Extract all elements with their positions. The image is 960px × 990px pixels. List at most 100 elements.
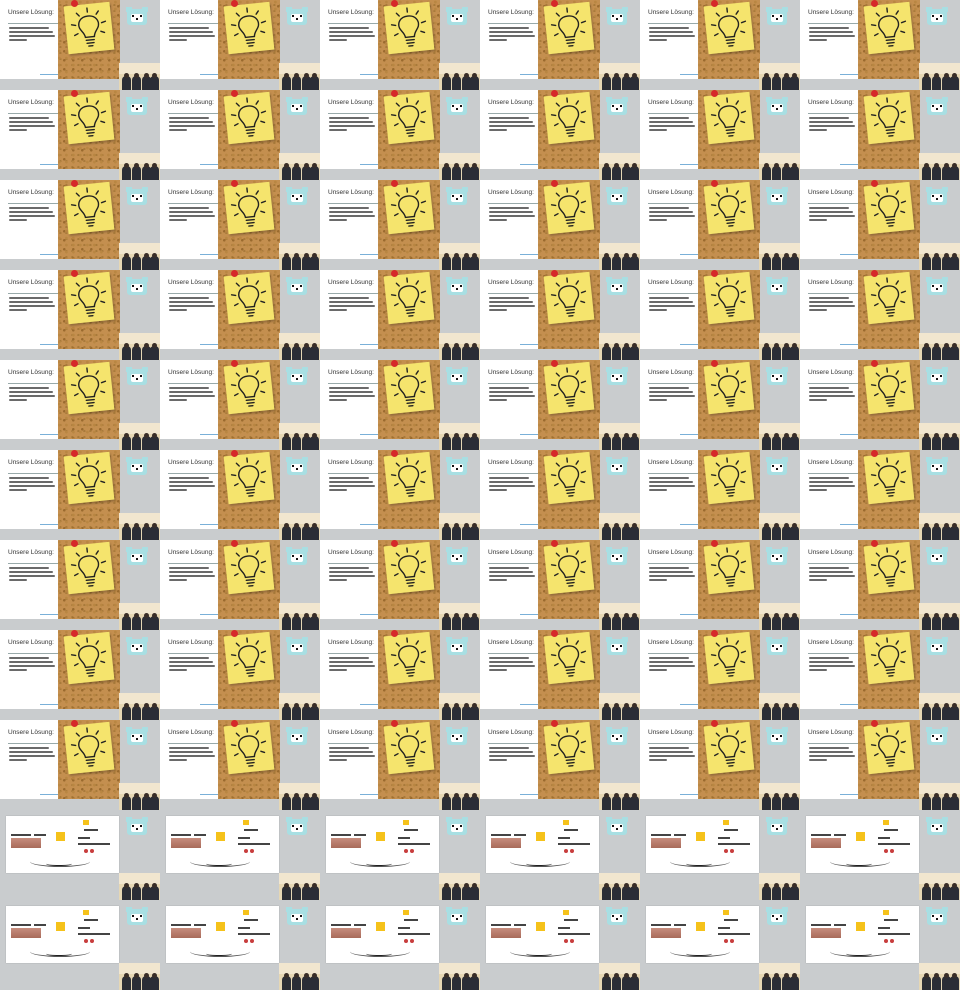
webcam-thumbnail: [759, 873, 800, 900]
slide-thumbnail[interactable]: Unsere Lösung:: [160, 630, 320, 720]
slide-thumbnail[interactable]: Unsere Lösung:: [800, 180, 960, 270]
slide-thumbnail[interactable]: Unsere Lösung:: [320, 270, 480, 360]
slide-thumbnail[interactable]: Unsere Lösung:: [160, 540, 320, 630]
slide-thumbnail[interactable]: Unsere Lösung:: [0, 630, 160, 720]
slide-thumbnail[interactable]: Unsere Lösung:: [800, 360, 960, 450]
slide-thumbnail[interactable]: Unsere Lösung:: [640, 270, 800, 360]
sticky-note: [703, 361, 755, 415]
slide-thumbnail[interactable]: Unsere Lösung:: [480, 720, 640, 810]
bullet-line: [169, 301, 213, 303]
slide-thumbnail[interactable]: Unsere Lösung:: [160, 180, 320, 270]
webcam-thumbnail: [119, 873, 160, 900]
slide-thumbnail[interactable]: Unsere Lösung:: [800, 0, 960, 90]
slide-thumbnail[interactable]: [640, 900, 800, 990]
bear-mascot-icon: [606, 97, 628, 115]
bullet-line: [649, 27, 689, 29]
slide-thumbnail[interactable]: [160, 900, 320, 990]
slide-thumbnail[interactable]: Unsere Lösung:: [480, 450, 640, 540]
slide-thumbnail[interactable]: Unsere Lösung:: [480, 360, 640, 450]
dot: [890, 849, 894, 853]
slide-thumbnail[interactable]: Unsere Lösung:: [320, 450, 480, 540]
pushpin-icon: [391, 450, 398, 457]
slide-thumbnail[interactable]: [640, 810, 800, 900]
slide-thumbnail[interactable]: Unsere Lösung:: [0, 720, 160, 810]
slide-thumbnail[interactable]: Unsere Lösung:: [320, 0, 480, 90]
text-line: [398, 843, 430, 845]
slide-thumbnail[interactable]: Unsere Lösung:: [160, 90, 320, 180]
slide-thumbnail[interactable]: Unsere Lösung:: [160, 0, 320, 90]
slide-thumbnail[interactable]: Unsere Lösung:: [800, 450, 960, 540]
slide-preview: Unsere Lösung:: [160, 180, 280, 259]
slide-thumbnail[interactable]: Unsere Lösung:: [800, 630, 960, 720]
slide-thumbnail[interactable]: Unsere Lösung:: [160, 720, 320, 810]
slide-thumbnail[interactable]: Unsere Lösung:: [320, 630, 480, 720]
slide-thumbnail[interactable]: [320, 900, 480, 990]
slide-thumbnail[interactable]: Unsere Lösung:: [800, 90, 960, 180]
slide-title: Unsere Lösung:: [648, 279, 694, 286]
slide-thumbnail[interactable]: Unsere Lösung:: [480, 0, 640, 90]
title-underline: [328, 23, 378, 24]
slide-thumbnail[interactable]: Unsere Lösung:: [480, 630, 640, 720]
slide-thumbnail[interactable]: Unsere Lösung:: [320, 180, 480, 270]
slide-thumbnail[interactable]: Unsere Lösung:: [800, 270, 960, 360]
slide-thumbnail[interactable]: Unsere Lösung:: [160, 270, 320, 360]
slide-thumbnail[interactable]: [0, 810, 160, 900]
slide-thumbnail[interactable]: Unsere Lösung:: [0, 270, 160, 360]
slide-thumbnail[interactable]: Unsere Lösung:: [0, 450, 160, 540]
slide-thumbnail[interactable]: Unsere Lösung:: [640, 180, 800, 270]
slide-thumbnail[interactable]: Unsere Lösung:: [320, 540, 480, 630]
slide-thumbnail[interactable]: Unsere Lösung:: [480, 540, 640, 630]
slide-thumbnail[interactable]: Unsere Lösung:: [800, 720, 960, 810]
slide-thumbnail[interactable]: Unsere Lösung:: [320, 720, 480, 810]
slide-thumbnail[interactable]: Unsere Lösung:: [160, 360, 320, 450]
slide-thumbnail[interactable]: Unsere Lösung:: [0, 180, 160, 270]
bullet-line: [489, 125, 535, 127]
bullet-line: [329, 215, 375, 217]
slide-thumbnail[interactable]: [480, 900, 640, 990]
slide-thumbnail[interactable]: Unsere Lösung:: [0, 0, 160, 90]
bullet-line: [329, 575, 375, 577]
slide-thumbnail[interactable]: Unsere Lösung:: [640, 0, 800, 90]
slide-thumbnail[interactable]: [480, 810, 640, 900]
slide-thumbnail[interactable]: Unsere Lösung:: [320, 90, 480, 180]
text-line: [78, 933, 110, 935]
text-line: [878, 843, 910, 845]
slide-thumbnail[interactable]: Unsere Lösung:: [0, 360, 160, 450]
slide-thumbnail[interactable]: Unsere Lösung:: [640, 360, 800, 450]
slide-thumbnail[interactable]: Unsere Lösung:: [0, 540, 160, 630]
book-image: [811, 838, 841, 848]
slide-thumbnail[interactable]: Unsere Lösung:: [640, 630, 800, 720]
signature: [526, 860, 552, 866]
slide-thumbnail[interactable]: Unsere Lösung:: [640, 90, 800, 180]
slide-thumbnail[interactable]: Unsere Lösung:: [480, 90, 640, 180]
slide-thumbnail[interactable]: Unsere Lösung:: [160, 450, 320, 540]
dot: [404, 849, 408, 853]
slide-thumbnail[interactable]: Unsere Lösung:: [640, 720, 800, 810]
text-line: [398, 927, 410, 929]
slide-thumbnail[interactable]: [800, 900, 960, 990]
lightbulb-icon: [230, 637, 267, 677]
slide-thumbnail[interactable]: [160, 810, 320, 900]
slide-thumbnail[interactable]: Unsere Lösung:: [640, 450, 800, 540]
slide-thumbnail[interactable]: Unsere Lösung:: [640, 540, 800, 630]
slide-preview: Unsere Lösung:: [480, 90, 600, 169]
slide-thumbnail[interactable]: Unsere Lösung:: [320, 360, 480, 450]
bear-mascot-icon: [446, 817, 468, 835]
logo-square: [376, 832, 385, 841]
slide-thumbnail[interactable]: Unsere Lösung:: [800, 540, 960, 630]
slide-thumbnail[interactable]: [800, 810, 960, 900]
bear-mascot-icon: [926, 907, 948, 925]
bear-mascot-icon: [446, 97, 468, 115]
slide-thumbnail[interactable]: [0, 900, 160, 990]
sticky-note: [223, 631, 275, 685]
slide-thumbnail[interactable]: Unsere Lösung:: [480, 180, 640, 270]
slide-thumbnail[interactable]: Unsere Lösung:: [480, 270, 640, 360]
webcam-thumbnail: [119, 513, 160, 540]
text-line: [238, 933, 270, 935]
slide-thumbnail[interactable]: [320, 810, 480, 900]
text-line: [564, 919, 578, 921]
sticky-note: [383, 91, 435, 145]
lightbulb-icon: [230, 367, 267, 407]
slide-thumbnail[interactable]: Unsere Lösung:: [0, 90, 160, 180]
bullet-line: [649, 305, 695, 307]
